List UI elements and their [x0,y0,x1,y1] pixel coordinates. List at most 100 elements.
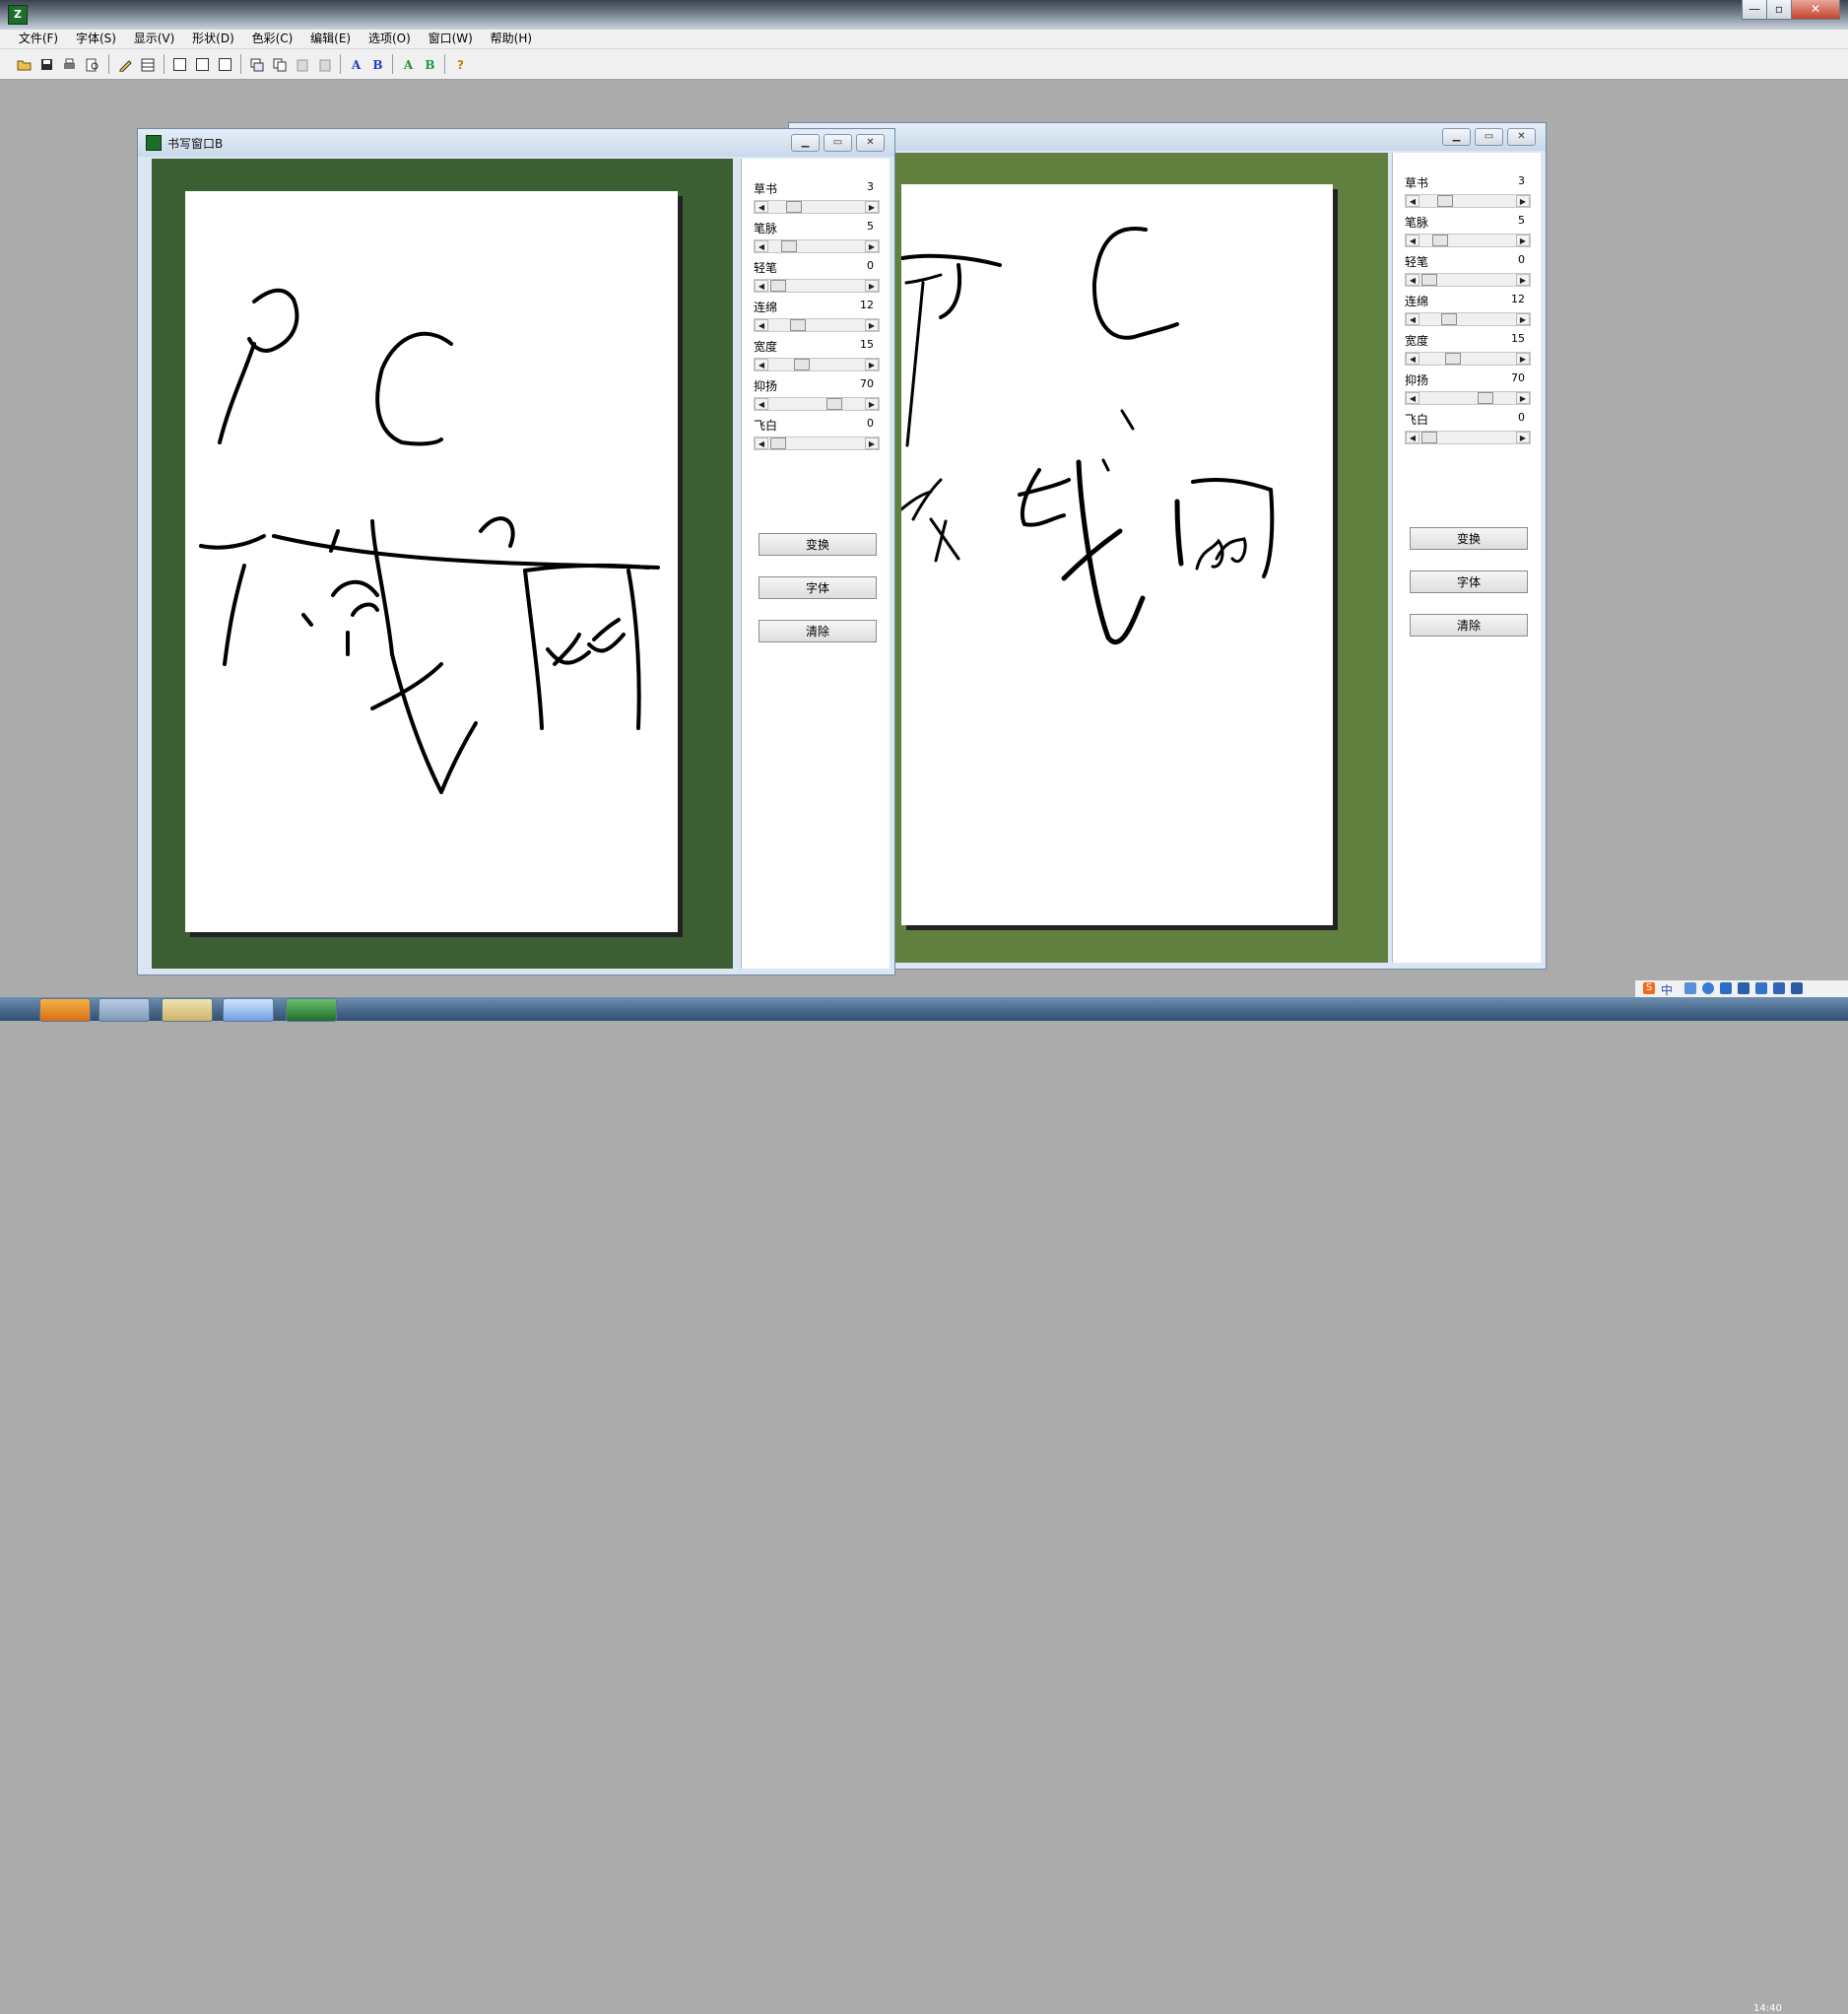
slider-stroke-vein[interactable]: ◀ ▶ [1405,234,1531,247]
menu-view[interactable]: 显示(V) [127,30,182,48]
left-arrow-icon[interactable]: ◀ [755,359,768,370]
right-arrow-icon[interactable]: ▶ [1516,353,1530,365]
grid-icon[interactable] [137,54,158,75]
ime-mode[interactable]: 中 [1661,981,1673,998]
left-arrow-icon[interactable]: ◀ [1406,313,1419,325]
font-a-green-icon[interactable]: A [398,54,419,75]
clipboard-icon[interactable] [314,54,335,75]
left-arrow-icon[interactable]: ◀ [1406,235,1419,246]
microphone-icon[interactable] [1720,982,1732,994]
slider-width[interactable]: ◀ ▶ [754,358,880,371]
right-arrow-icon[interactable]: ▶ [1516,313,1530,325]
taskbar-chat-icon[interactable] [223,998,274,1022]
left-arrow-icon[interactable]: ◀ [1406,392,1419,404]
left-arrow-icon[interactable]: ◀ [1406,353,1419,365]
slider-modulation[interactable]: ◀ ▶ [1405,391,1531,405]
punctuation-icon[interactable] [1684,982,1696,994]
right-arrow-icon[interactable]: ▶ [1516,195,1530,207]
minimize-app-button[interactable]: — [1742,0,1767,20]
user-icon[interactable] [1755,982,1767,994]
slider-flying-white[interactable]: ◀ ▶ [1405,431,1531,444]
page-icon[interactable] [192,54,213,75]
keyboard-icon[interactable] [1738,982,1749,994]
pen-icon[interactable] [114,54,135,75]
window-b-paper[interactable] [185,191,678,932]
slider-thumb[interactable] [1445,353,1461,365]
left-arrow-icon[interactable]: ◀ [755,437,768,449]
right-arrow-icon[interactable]: ▶ [865,240,879,252]
cascade-windows-icon[interactable] [246,54,267,75]
slider-thumb[interactable] [1478,392,1493,404]
slider-thumb[interactable] [1421,274,1437,286]
page-icon[interactable] [215,54,235,75]
help-icon[interactable]: ? [450,54,471,75]
font-a-blue-icon[interactable]: A [346,54,366,75]
close-window-b-button[interactable]: ✕ [856,134,885,152]
slider-thumb[interactable] [1432,235,1448,246]
font-button[interactable]: 字体 [1410,571,1528,593]
right-arrow-icon[interactable]: ▶ [865,398,879,410]
slider-thumb[interactable] [1421,432,1437,443]
left-arrow-icon[interactable]: ◀ [755,240,768,252]
window-b-title-bar[interactable]: 书写窗口B ▁ ▭ ✕ [138,129,894,157]
minimize-window-b-button[interactable]: ▁ [791,134,820,152]
close-window-a-button[interactable]: ✕ [1507,128,1536,146]
emoji-icon[interactable] [1702,982,1714,994]
menu-window[interactable]: 窗口(W) [422,30,480,48]
print-preview-icon[interactable] [82,54,102,75]
left-arrow-icon[interactable]: ◀ [755,319,768,331]
right-arrow-icon[interactable]: ▶ [1516,432,1530,443]
menu-options[interactable]: 选项(O) [362,30,418,48]
menu-font[interactable]: 字体(S) [69,30,123,48]
single-page-icon[interactable] [169,54,190,75]
transform-button[interactable]: 变换 [1410,527,1528,550]
slider-thumb[interactable] [770,437,786,449]
paste-icon[interactable] [292,54,312,75]
window-a-title-bar[interactable]: ▁ ▭ ✕ [789,123,1546,151]
left-arrow-icon[interactable]: ◀ [755,280,768,292]
font-b-blue-icon[interactable]: B [367,54,388,75]
slider-continuity[interactable]: ◀ ▶ [1405,312,1531,326]
slider-stroke-vein[interactable]: ◀ ▶ [754,239,880,253]
menu-edit[interactable]: 编辑(E) [303,30,358,48]
restore-window-a-button[interactable]: ▭ [1475,128,1503,146]
left-arrow-icon[interactable]: ◀ [755,201,768,213]
window-a-paper[interactable] [899,184,1333,925]
clear-button[interactable]: 清除 [1410,614,1528,637]
right-arrow-icon[interactable]: ▶ [865,280,879,292]
slider-thumb[interactable] [794,359,810,370]
slider-thumb[interactable] [1437,195,1453,207]
left-arrow-icon[interactable]: ◀ [1406,432,1419,443]
slider-modulation[interactable]: ◀ ▶ [754,397,880,411]
left-arrow-icon[interactable]: ◀ [1406,195,1419,207]
taskbar-folder-icon[interactable] [162,998,213,1022]
transform-button[interactable]: 变换 [759,533,877,556]
copy-icon[interactable] [269,54,290,75]
slider-thumb[interactable] [786,201,802,213]
font-b-green-icon[interactable]: B [420,54,440,75]
right-arrow-icon[interactable]: ▶ [1516,392,1530,404]
taskbar-brush-icon[interactable] [99,998,150,1022]
slider-flying-white[interactable]: ◀ ▶ [754,436,880,450]
menu-file[interactable]: 文件(F) [12,30,65,48]
print-icon[interactable] [59,54,80,75]
menu-shape[interactable]: 形状(D) [185,30,241,48]
minimize-window-a-button[interactable]: ▁ [1442,128,1471,146]
taskbar-firefox-icon[interactable] [39,998,91,1022]
slider-thumb[interactable] [1441,313,1457,325]
clear-button[interactable]: 清除 [759,620,877,642]
maximize-app-button[interactable]: ▫ [1766,0,1792,20]
skin-icon[interactable] [1773,982,1785,994]
slider-thumb[interactable] [770,280,786,292]
slider-light-stroke[interactable]: ◀ ▶ [1405,273,1531,287]
menu-color[interactable]: 色彩(C) [245,30,300,48]
slider-cursive[interactable]: ◀ ▶ [754,200,880,214]
menu-help[interactable]: 帮助(H) [484,30,539,48]
slider-continuity[interactable]: ◀ ▶ [754,318,880,332]
save-icon[interactable] [36,54,57,75]
open-folder-icon[interactable] [14,54,34,75]
font-button[interactable]: 字体 [759,576,877,599]
sogou-ime-icon[interactable]: S [1643,982,1655,994]
slider-cursive[interactable]: ◀ ▶ [1405,194,1531,208]
right-arrow-icon[interactable]: ▶ [865,319,879,331]
